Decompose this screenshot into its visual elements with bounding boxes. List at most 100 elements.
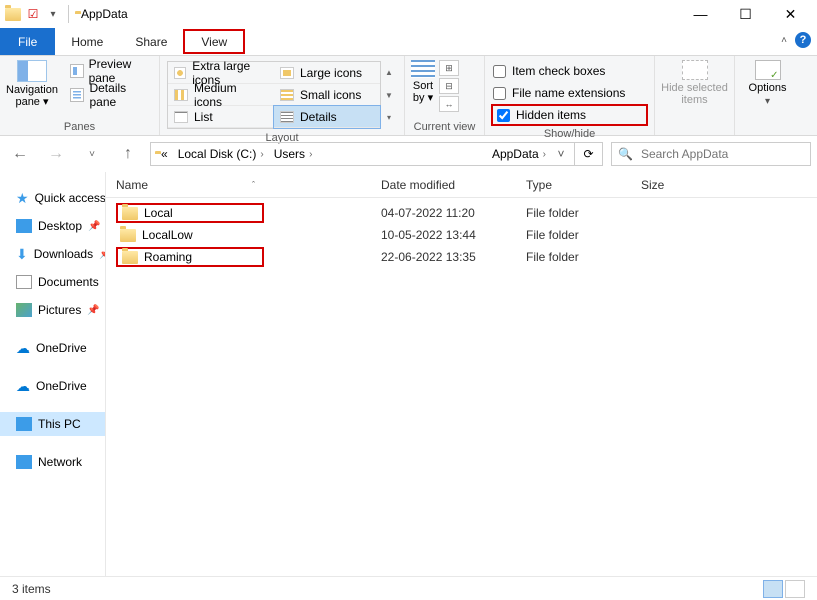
layout-scroll-more[interactable]: ▾ [381, 106, 397, 129]
hidden-items-toggle[interactable]: Hidden items [491, 104, 648, 126]
qat-dropdown[interactable]: ▾ [44, 5, 62, 23]
file-name-extensions-toggle[interactable]: File name extensions [491, 82, 648, 104]
hide-selected-button: Hide selecteditems [661, 60, 728, 106]
sort-by-label: Sortby ▾ [413, 80, 433, 104]
documents-icon [16, 275, 32, 289]
column-header-name[interactable]: Nameˆ [116, 178, 381, 192]
minimize-button[interactable]: — [678, 0, 723, 28]
group-by-button[interactable]: ⊞ [439, 60, 459, 76]
ribbon-tabs: File Home Share View ˄ ? [0, 28, 817, 56]
layout-large-icons[interactable]: Large icons [274, 62, 380, 84]
sidebar-item-onedrive-2[interactable]: ☁OneDrive [0, 374, 105, 398]
search-box[interactable]: 🔍 [611, 142, 811, 166]
navigation-pane: ★Quick access Desktop📌 ⬇Downloads📌 Docum… [0, 172, 106, 576]
sidebar-item-network[interactable]: Network [0, 450, 105, 474]
options-label: Options [749, 82, 787, 94]
details-view-button[interactable] [763, 580, 783, 598]
size-columns-button[interactable]: ↔ [439, 96, 459, 112]
column-headers: Nameˆ Date modified Type Size [106, 172, 817, 198]
layout-group: Extra large icons Large icons Medium ico… [160, 56, 405, 135]
column-header-date[interactable]: Date modified [381, 178, 526, 192]
sidebar-item-pictures[interactable]: Pictures 📌 [0, 298, 105, 322]
ribbon-controls: ˄ ? [781, 32, 811, 48]
breadcrumb-prefix[interactable]: « [157, 143, 172, 165]
preview-pane-button[interactable]: Preview pane [66, 60, 153, 82]
layout-scroll: ▲ ▼ ▾ [381, 61, 397, 129]
view-tab[interactable]: View [183, 29, 245, 54]
qat-checkbox-icon[interactable]: ☑ [24, 5, 42, 23]
file-row-roaming[interactable]: Roaming 22-06-2022 13:35 File folder [106, 246, 817, 268]
sidebar-item-label: Quick access [35, 191, 106, 205]
large-icons-view-button[interactable] [785, 580, 805, 598]
hidden-items-checkbox[interactable] [497, 109, 510, 122]
details-pane-icon [70, 88, 84, 102]
refresh-button[interactable]: ⟳ [575, 142, 603, 166]
up-button[interactable]: ↑ [114, 140, 142, 168]
options-dropdown-icon: ▾ [765, 96, 770, 107]
breadcrumb-users[interactable]: Users› [270, 143, 317, 165]
view-mode-toggle [763, 580, 805, 598]
pin-icon: 📌 [87, 305, 99, 316]
sidebar-item-label: Documents [38, 275, 99, 289]
file-list-area: Nameˆ Date modified Type Size Local 04-0… [106, 172, 817, 576]
add-columns-button[interactable]: ⊟ [439, 78, 459, 94]
layout-scroll-down[interactable]: ▼ [381, 84, 397, 107]
hide-selected-icon [682, 60, 708, 80]
file-date: 10-05-2022 13:44 [381, 228, 526, 242]
file-row-local[interactable]: Local 04-07-2022 11:20 File folder [106, 202, 817, 224]
sidebar-item-label: Pictures [38, 303, 81, 317]
breadcrumb-appdata[interactable]: AppData› [488, 143, 550, 165]
sidebar-item-quick-access[interactable]: ★Quick access [0, 186, 105, 210]
details-pane-button[interactable]: Details pane [66, 84, 153, 106]
pin-icon: 📌 [88, 221, 100, 232]
sidebar-item-documents[interactable]: Documents📌 [0, 270, 105, 294]
cloud-icon: ☁ [16, 340, 30, 357]
address-dropdown[interactable]: ˅ [552, 147, 570, 161]
layout-scroll-up[interactable]: ▲ [381, 61, 397, 84]
item-check-boxes-checkbox[interactable] [493, 65, 506, 78]
layout-small-icons[interactable]: Small icons [274, 84, 380, 106]
sort-by-button[interactable]: Sortby ▾ [411, 60, 435, 112]
back-button[interactable]: ← [6, 140, 34, 168]
column-header-type[interactable]: Type [526, 178, 641, 192]
address-bar[interactable]: « Local Disk (C:)› Users› AppData› ˅ [150, 142, 575, 166]
sort-ascending-icon: ˆ [252, 180, 255, 190]
navigation-pane-button[interactable]: Navigationpane ▾ [6, 60, 58, 108]
file-tab[interactable]: File [0, 28, 55, 55]
maximize-button[interactable]: ☐ [723, 0, 768, 28]
desktop-icon [16, 219, 32, 233]
layout-list[interactable]: List [168, 106, 274, 128]
close-button[interactable]: ✕ [768, 0, 813, 28]
show-hide-group-label: Show/hide [491, 126, 648, 140]
sidebar-item-onedrive[interactable]: ☁OneDrive [0, 336, 105, 360]
navigation-pane-label: Navigationpane ▾ [6, 84, 58, 108]
main-area: ★Quick access Desktop📌 ⬇Downloads📌 Docum… [0, 172, 817, 576]
cloud-icon: ☁ [16, 378, 30, 395]
sidebar-item-label: Downloads [34, 247, 93, 261]
column-header-size[interactable]: Size [641, 178, 701, 192]
search-icon: 🔍 [618, 147, 633, 161]
file-rows: Local 04-07-2022 11:20 File folder Local… [106, 198, 817, 268]
panes-group: Navigationpane ▾ Preview pane Details pa… [0, 56, 160, 135]
pin-icon: 📌 [99, 249, 106, 260]
home-tab[interactable]: Home [55, 28, 119, 55]
file-row-locallow[interactable]: LocalLow 10-05-2022 13:44 File folder [106, 224, 817, 246]
recent-locations-button[interactable]: ˅ [78, 140, 106, 168]
item-check-boxes-toggle[interactable]: Item check boxes [491, 60, 648, 82]
hidden-items-label: Hidden items [516, 108, 586, 122]
file-type: File folder [526, 228, 641, 242]
sidebar-item-desktop[interactable]: Desktop📌 [0, 214, 105, 238]
sidebar-item-this-pc[interactable]: This PC [0, 412, 105, 436]
share-tab[interactable]: Share [119, 28, 183, 55]
layout-details[interactable]: Details [274, 106, 380, 128]
collapse-ribbon-button[interactable]: ˄ [781, 35, 787, 46]
layout-medium-icons[interactable]: Medium icons [168, 84, 274, 106]
help-icon[interactable]: ? [795, 32, 811, 48]
sidebar-item-downloads[interactable]: ⬇Downloads📌 [0, 242, 105, 266]
forward-button[interactable]: → [42, 140, 70, 168]
file-name-extensions-checkbox[interactable] [493, 87, 506, 100]
quick-access-toolbar: ☑ ▾ [4, 5, 62, 23]
search-input[interactable] [639, 146, 804, 162]
options-button[interactable]: Options ▾ [741, 60, 794, 107]
breadcrumb-local-disk[interactable]: Local Disk (C:)› [174, 143, 268, 165]
